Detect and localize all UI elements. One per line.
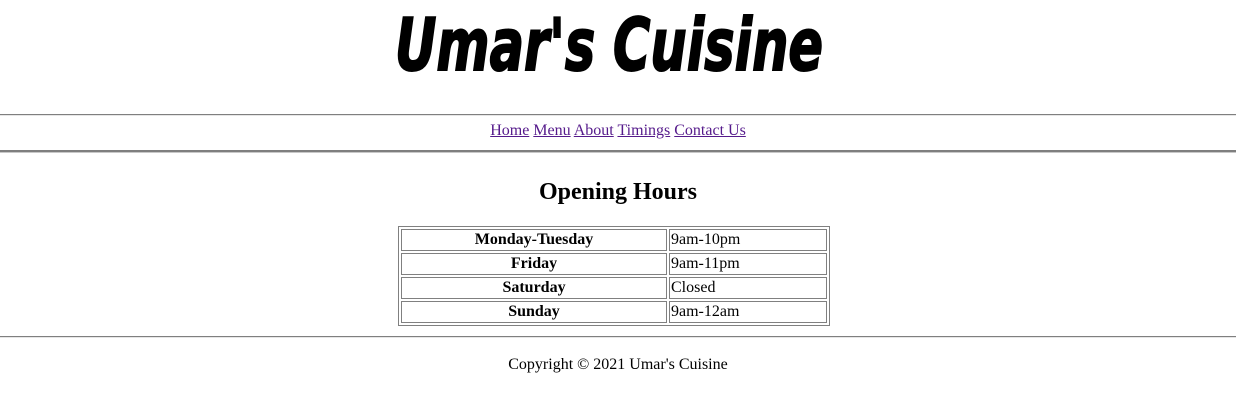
- nav-link-home[interactable]: Home: [490, 122, 529, 139]
- table-row: Friday 9am-11pm: [401, 253, 827, 275]
- nav-link-about[interactable]: About: [574, 122, 614, 139]
- logo-image: Umar's Cuisine: [394, 4, 824, 84]
- nav-link-timings[interactable]: Timings: [617, 122, 670, 139]
- time-cell: 9am-12am: [669, 301, 827, 323]
- time-cell: 9am-10pm: [669, 229, 827, 251]
- day-cell: Monday-Tuesday: [401, 229, 667, 251]
- table-row: Sunday 9am-12am: [401, 301, 827, 323]
- footer-copyright: Copyright © 2021 Umar's Cuisine: [508, 356, 728, 373]
- divider-nav: [0, 150, 1236, 153]
- table-row: Saturday Closed: [401, 277, 827, 299]
- table-row: Monday-Tuesday 9am-10pm: [401, 229, 827, 251]
- header-banner: Umar's Cuisine: [0, 0, 1236, 110]
- day-cell: Saturday: [401, 277, 667, 299]
- main-nav: Home Menu About Timings Contact Us: [0, 121, 1236, 141]
- day-cell: Sunday: [401, 301, 667, 323]
- divider-footer: [0, 336, 1236, 338]
- nav-link-menu[interactable]: Menu: [533, 122, 570, 139]
- logo-text: Umar's Cuisine: [395, 4, 823, 84]
- time-cell: 9am-11pm: [669, 253, 827, 275]
- divider-top: [0, 114, 1236, 116]
- time-cell: Closed: [669, 277, 827, 299]
- opening-hours-table: Monday-Tuesday 9am-10pm Friday 9am-11pm …: [398, 226, 830, 326]
- nav-link-contact-us[interactable]: Contact Us: [674, 122, 746, 139]
- day-cell: Friday: [401, 253, 667, 275]
- page-title: Opening Hours: [538, 179, 698, 205]
